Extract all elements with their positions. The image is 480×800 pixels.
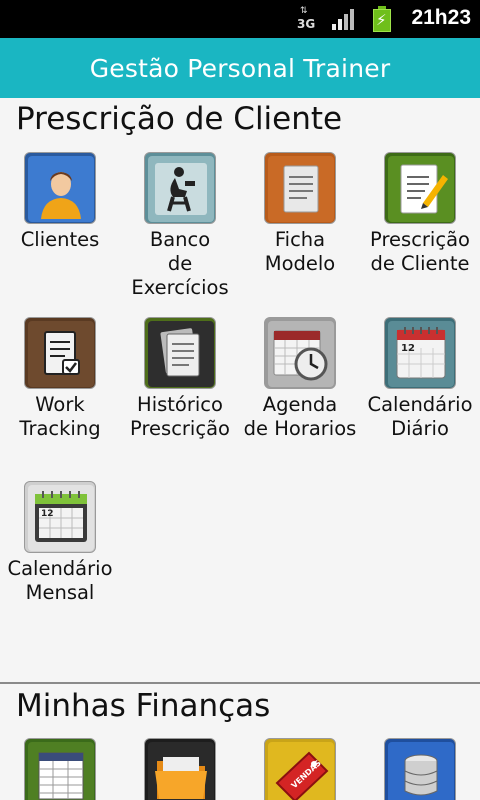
tile-label: Work Tracking: [19, 393, 101, 440]
battery-charging-icon: ⚡: [373, 6, 391, 32]
data-arrows-icon: ⇅ 3G: [297, 6, 316, 32]
tile-label: Banco de Exercícios: [131, 228, 229, 299]
history-documents-icon: [144, 317, 216, 389]
section-title-financas: Minhas Finanças: [16, 688, 271, 724]
monthly-calendar-icon: 12: [24, 481, 96, 553]
sales-tag-icon: VENDAS: [264, 738, 336, 800]
tile-finance-folder[interactable]: [120, 738, 240, 800]
template-sheet-icon: [264, 152, 336, 224]
tile-finance-database[interactable]: [360, 738, 480, 800]
calendar-day-number: 12: [41, 509, 54, 519]
tile-label: Calendário Diário: [367, 393, 473, 440]
tile-calendario-mensal[interactable]: 12 Calendário Mensal: [0, 481, 120, 605]
checklist-icon: [24, 317, 96, 389]
tile-finance-sales[interactable]: VENDAS: [240, 738, 360, 800]
status-bar: ⇅ 3G ⚡ 21h23: [0, 0, 480, 38]
tile-finance-spreadsheet[interactable]: [0, 738, 120, 800]
signal-icon: [332, 8, 358, 30]
app-title: Gestão Personal Trainer: [89, 53, 391, 83]
tile-work-tracking[interactable]: Work Tracking: [0, 317, 120, 441]
daily-calendar-icon: 12: [384, 317, 456, 389]
tile-ficha-modelo[interactable]: Ficha Modelo: [240, 152, 360, 276]
tile-agenda-horarios[interactable]: Agenda de Horarios: [240, 317, 360, 441]
tile-label: Clientes: [20, 228, 100, 251]
tile-label: Ficha Modelo: [264, 228, 336, 275]
tile-banco-exercicios[interactable]: Banco de Exercícios: [120, 152, 240, 300]
tile-label: Prescrição de Cliente: [370, 228, 470, 275]
folder-icon: [144, 738, 216, 800]
calendar-day-number: 12: [401, 343, 415, 354]
calendar-clock-icon: [264, 317, 336, 389]
tile-historico-prescricao[interactable]: Histórico Prescrição: [120, 317, 240, 441]
spreadsheet-icon: [24, 738, 96, 800]
status-clock: 21h23: [411, 6, 471, 29]
exercise-bank-icon: [144, 152, 216, 224]
client-person-icon: [24, 152, 96, 224]
tile-prescricao-cliente[interactable]: Prescrição de Cliente: [360, 152, 480, 276]
tile-label: Agenda de Horarios: [243, 393, 357, 440]
section-title-prescricao: Prescrição de Cliente: [16, 101, 343, 137]
prescription-pencil-icon: [384, 152, 456, 224]
tile-label: Calendário Mensal: [7, 557, 113, 604]
app-title-bar: Gestão Personal Trainer: [0, 38, 480, 98]
tile-calendario-diario[interactable]: 12 Calendário Diário: [360, 317, 480, 441]
section-divider: [0, 682, 480, 684]
database-icon: [384, 738, 456, 800]
tile-clientes[interactable]: Clientes: [0, 152, 120, 252]
tile-label: Histórico Prescrição: [130, 393, 230, 440]
